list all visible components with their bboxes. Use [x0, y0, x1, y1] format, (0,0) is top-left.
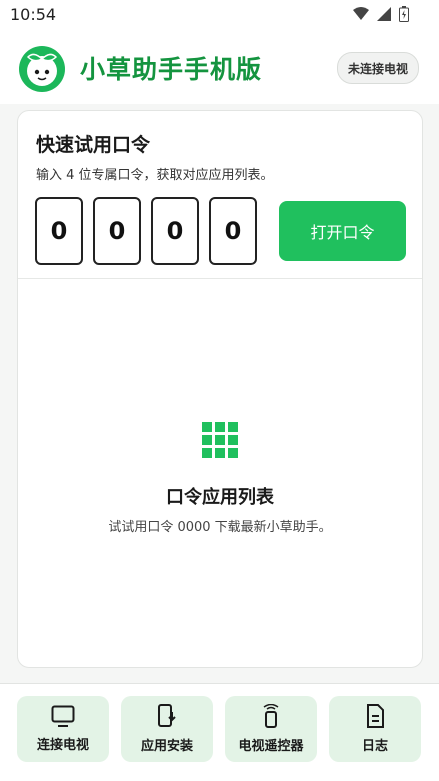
nav-label: 日志: [361, 739, 388, 754]
nav-connect-tv-button[interactable]: 连接电视: [17, 696, 109, 762]
quick-code-card: 快速试用口令 输入 4 位专属口令，获取对应应用列表。 0 0 0 0 打开口令…: [17, 110, 423, 668]
battery-icon: [399, 6, 409, 22]
signal-icon: [377, 7, 391, 21]
nav-label: 应用安装: [140, 739, 193, 754]
card-divider: [18, 278, 422, 279]
phone-install-icon: [158, 704, 176, 727]
connection-status-badge[interactable]: 未连接电视: [336, 52, 419, 84]
sprout-mascot-icon: [26, 53, 58, 86]
status-icons: [353, 6, 409, 22]
status-bar: 10:54: [0, 0, 439, 30]
wifi-icon: [353, 7, 369, 20]
nav-label: 连接电视: [36, 738, 89, 753]
tv-icon: [51, 705, 75, 727]
nav-app-install-button[interactable]: 应用安装: [121, 696, 213, 762]
remote-icon: [263, 704, 279, 728]
app-title: 小草助手手机版: [80, 55, 263, 84]
open-code-button[interactable]: 打开口令: [279, 201, 406, 261]
code-digit-3[interactable]: 0: [151, 197, 199, 265]
app-grid-icon: [202, 422, 238, 458]
nav-tv-remote-button[interactable]: 电视遥控器: [225, 696, 317, 762]
status-time: 10:54: [10, 5, 57, 24]
app-list-empty-title: 口令应用列表: [166, 487, 274, 508]
app-header: 小草助手手机版 未连接电视: [0, 30, 439, 104]
code-digit-1[interactable]: 0: [35, 197, 83, 265]
card-title: 快速试用口令: [36, 134, 151, 156]
nav-log-button[interactable]: 日志: [329, 696, 421, 762]
card-subtitle: 输入 4 位专属口令，获取对应应用列表。: [36, 168, 274, 183]
code-digit-4[interactable]: 0: [209, 197, 257, 265]
app-list-empty-subtitle: 试试用口令 0000 下载最新小草助手。: [108, 520, 332, 535]
nav-label: 电视遥控器: [238, 739, 304, 754]
log-icon: [367, 704, 384, 728]
bottom-nav: 连接电视 应用安装 电视遥控器 日志: [0, 683, 439, 781]
app-logo: [19, 46, 65, 92]
code-digit-2[interactable]: 0: [93, 197, 141, 265]
